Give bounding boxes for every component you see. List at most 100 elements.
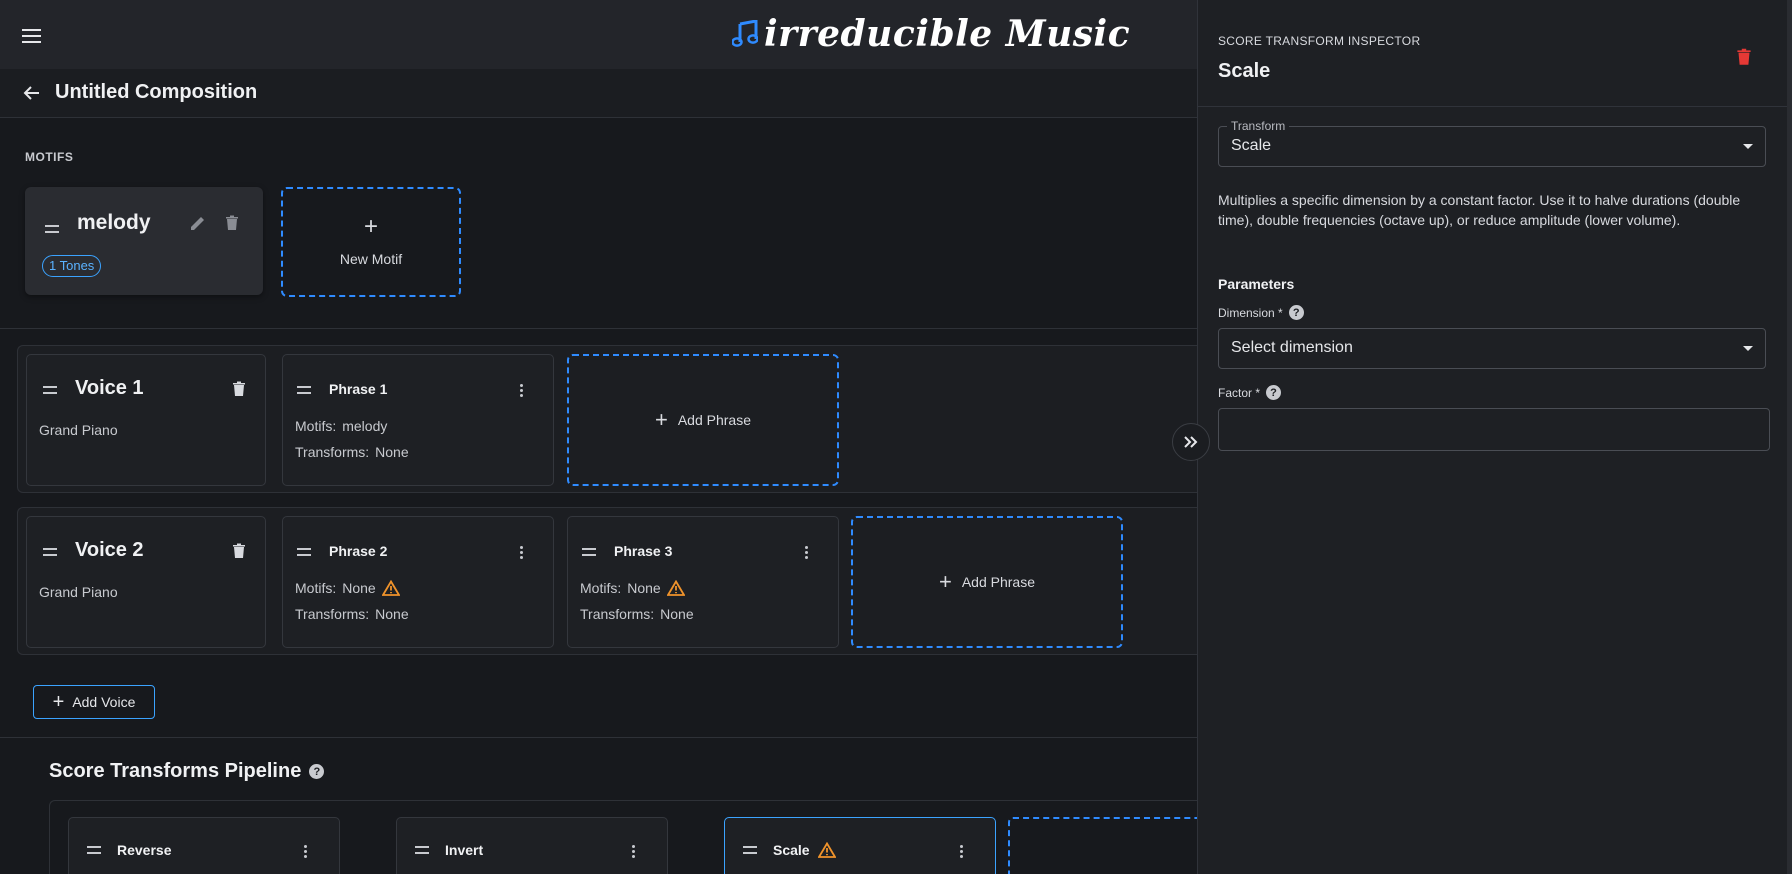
motif-card-melody[interactable]: melody 1 Tones [25,187,263,295]
transforms-label: Transforms: [295,444,370,460]
dimension-select[interactable]: Select dimension [1218,328,1766,369]
new-motif-label: New Motif [339,251,403,267]
dropdown-arrow-icon [1743,144,1753,149]
menu-icon[interactable] [20,24,44,48]
pipeline-card-title: Reverse [117,842,172,858]
brand-name: irreducible Music [764,13,1131,55]
warning-icon [381,580,400,596]
pipeline-card-label: Invert [445,842,484,858]
drag-handle-icon[interactable] [582,548,596,556]
phrase-card-1[interactable]: Phrase 1 Motifs: melody Transforms: None [282,354,554,486]
voice-title: Voice 2 [75,539,144,561]
more-vert-icon[interactable] [297,841,313,861]
new-motif-button[interactable]: + New Motif [281,187,461,297]
transform-select[interactable]: Transform Scale [1218,119,1766,167]
motifs-value: None [627,580,661,596]
collapse-inspector-button[interactable] [1172,423,1210,461]
phrase-transforms: Transforms: None [580,606,694,622]
add-transform-button[interactable] [1008,817,1197,874]
plus-icon: + [938,569,952,594]
factor-input[interactable] [1218,408,1770,451]
section-divider [0,328,1197,329]
help-icon[interactable]: ? [1288,305,1304,320]
pipeline-card-label: Scale [773,842,810,858]
voice-title: Voice 1 [75,377,144,399]
pipeline-title-text: Score Transforms Pipeline [49,760,302,782]
phrase-motifs: Motifs: None [295,580,400,596]
drag-handle-icon[interactable] [297,386,311,394]
voice-card-2[interactable]: Voice 2 Grand Piano [26,516,266,648]
motif-name: melody [77,211,151,234]
voice-card-1[interactable]: Voice 1 Grand Piano [26,354,266,486]
delete-icon[interactable] [1733,46,1755,68]
motifs-label: Motifs: [295,418,337,434]
voice-row-1: Voice 1 Grand Piano Phrase 1 Motifs: mel… [17,345,1197,493]
delete-icon[interactable] [229,379,249,399]
delete-icon[interactable] [222,213,242,233]
tone-count-badge: 1 Tones [42,255,102,277]
motifs-label: Motifs: [295,580,337,596]
plus-icon: + [363,213,378,240]
add-voice-label: Add Voice [72,694,136,710]
factor-label: Factor * ? [1218,385,1282,400]
help-icon[interactable]: ? [1266,385,1282,400]
pipeline-card-title: Invert [445,842,483,858]
add-phrase-button[interactable]: + Add Phrase [567,354,839,486]
help-icon[interactable]: ? [309,764,325,779]
phrase-card-3[interactable]: Phrase 3 Motifs: None Transforms: None [567,516,839,648]
transform-description: Multiplies a specific dimension by a con… [1218,192,1741,228]
phrase-motifs: Motifs: melody [295,418,387,434]
plus-icon: + [654,407,668,432]
more-vert-icon[interactable] [625,841,641,861]
add-phrase-button[interactable]: + Add Phrase [851,516,1123,648]
delete-icon[interactable] [229,541,249,561]
phrase-title: Phrase 1 [329,381,388,397]
transforms-value: None [660,606,694,622]
pipeline-card-label: Reverse [117,842,172,858]
drag-handle-icon[interactable] [415,846,429,854]
motifs-value: melody [342,418,388,434]
transforms-label: Transforms: [295,606,370,622]
scrollbar[interactable] [1787,0,1792,874]
add-phrase-label: Add Phrase [961,574,1036,590]
motifs-label: Motifs: [580,580,622,596]
voice-instrument: Grand Piano [39,584,118,600]
app-logo[interactable]: irreducible Music [732,13,1131,55]
more-vert-icon[interactable] [798,542,814,562]
pipeline-container: Reverse Invert Scale [49,800,1197,874]
more-vert-icon[interactable] [513,542,529,562]
section-divider [0,737,1197,738]
pipeline-card-reverse[interactable]: Reverse [68,817,340,874]
transform-select-value: Scale [1231,137,1272,154]
inspector-divider [1198,106,1788,107]
double-chevron-right-icon [1184,436,1198,448]
pipeline-card-scale[interactable]: Scale [724,817,996,874]
dropdown-arrow-icon [1743,346,1753,351]
drag-handle-icon[interactable] [297,548,311,556]
more-vert-icon[interactable] [953,841,969,861]
dimension-label-text: Dimension * [1218,305,1283,320]
edit-icon[interactable] [188,213,208,233]
drag-handle-icon[interactable] [43,386,57,394]
score-transform-inspector: SCORE TRANSFORM INSPECTOR Scale Transfor… [1197,0,1788,874]
phrase-transforms: Transforms: None [295,444,409,460]
more-vert-icon[interactable] [513,380,529,400]
drag-handle-icon[interactable] [43,548,57,556]
drag-handle-icon[interactable] [743,846,757,854]
motifs-section-label: MOTIFS [25,150,74,164]
pipeline-card-invert[interactable]: Invert [396,817,668,874]
inspector-kicker: SCORE TRANSFORM INSPECTOR [1218,34,1421,48]
pipeline-title: Score Transforms Pipeline ? [49,760,325,783]
drag-handle-icon[interactable] [45,225,59,233]
back-arrow-icon[interactable] [22,83,42,103]
pipeline-card-title: Scale [773,842,836,858]
parameters-heading: Parameters [1218,276,1295,292]
motifs-value: None [342,580,376,596]
transform-select-label: Transform [1227,119,1290,133]
composition-title: Untitled Composition [55,81,258,103]
composition-editor: MOTIFS melody 1 Tones + New Motif Voice … [0,118,1197,874]
drag-handle-icon[interactable] [87,846,101,854]
phrase-card-2[interactable]: Phrase 2 Motifs: None Transforms: None [282,516,554,648]
phrase-title: Phrase 3 [614,543,673,559]
add-voice-button[interactable]: + Add Voice [33,685,155,719]
